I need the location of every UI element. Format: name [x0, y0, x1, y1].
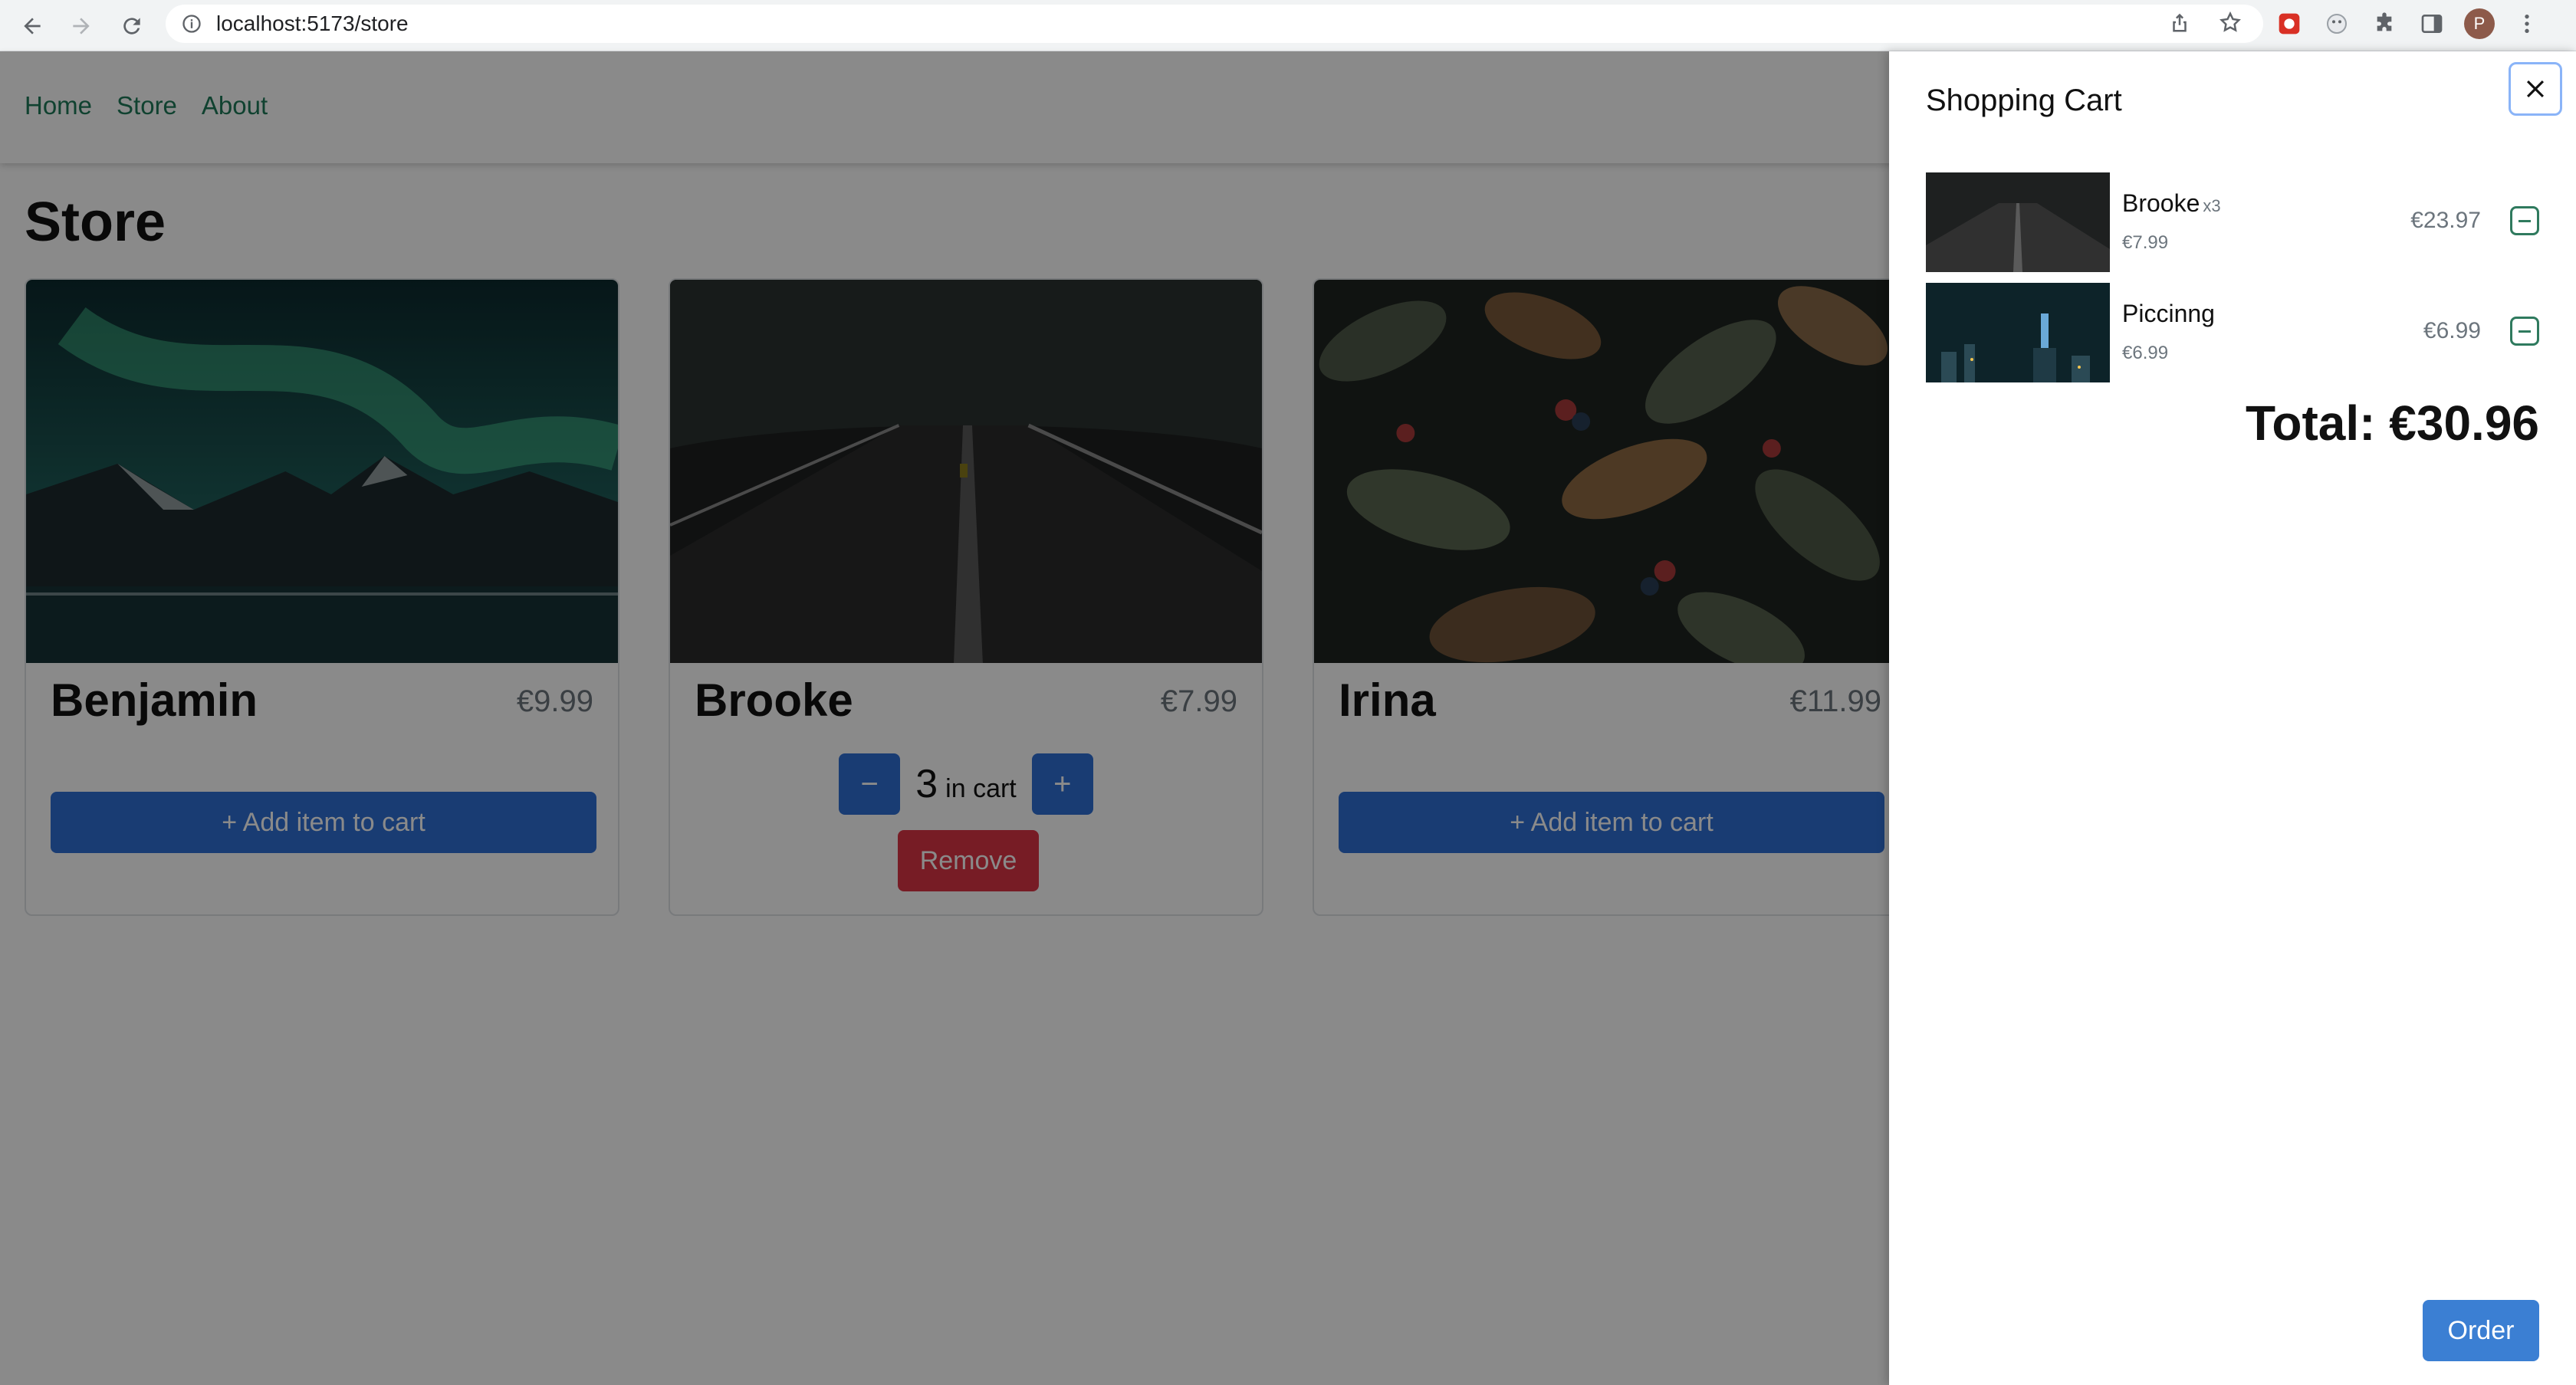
- cart-item: Brooke x3 €7.99 €23.97: [1926, 172, 2539, 272]
- sidebar-icon[interactable]: [2417, 8, 2447, 39]
- cart-item: Piccinng €6.99 €6.99: [1926, 283, 2539, 382]
- cart-item-total: €23.97: [2410, 208, 2481, 233]
- url-text[interactable]: localhost:5173/store: [216, 11, 409, 36]
- profile-avatar[interactable]: P: [2464, 8, 2495, 39]
- cart-item-name: Piccinng: [2122, 300, 2215, 327]
- kebab-menu-icon[interactable]: [2512, 8, 2542, 39]
- address-bar[interactable]: localhost:5173/store: [166, 5, 2263, 43]
- cart-item-unit-price: €7.99: [2122, 232, 2169, 253]
- reload-icon[interactable]: [115, 9, 149, 43]
- cart-item-quantity: x3: [2203, 196, 2221, 215]
- cart-title: Shopping Cart: [1926, 84, 2122, 117]
- cart-item-total: €6.99: [2423, 318, 2481, 343]
- order-button[interactable]: Order: [2423, 1300, 2539, 1361]
- cart-item-unit-price: €6.99: [2122, 343, 2169, 363]
- cart-total: Total: €30.96: [2246, 395, 2539, 451]
- minus-icon: [2518, 330, 2531, 333]
- back-arrow-icon[interactable]: [15, 9, 49, 43]
- cart-item-name: Brooke x3: [2122, 189, 2221, 217]
- remove-item-button[interactable]: [2510, 206, 2539, 235]
- cart-item-thumbnail: [1926, 172, 2110, 272]
- offcanvas-backdrop[interactable]: [0, 51, 1889, 1385]
- browser-toolbar: localhost:5173/store P: [0, 0, 2576, 51]
- info-icon[interactable]: [181, 13, 202, 34]
- extension-icon[interactable]: [2321, 8, 2352, 39]
- shopping-cart-panel: Shopping Cart Brooke x3 €7.99 €23.97 Pic…: [1889, 51, 2576, 1385]
- puzzle-icon[interactable]: [2369, 8, 2400, 39]
- close-cart-button[interactable]: [2509, 62, 2562, 116]
- minus-icon: [2518, 219, 2531, 222]
- cart-item-thumbnail: [1926, 283, 2110, 382]
- extension-icon[interactable]: [2274, 8, 2305, 39]
- remove-item-button[interactable]: [2510, 317, 2539, 346]
- forward-arrow-icon[interactable]: [64, 9, 98, 43]
- share-icon[interactable]: [2168, 11, 2191, 34]
- star-icon[interactable]: [2219, 11, 2242, 34]
- close-icon: [2526, 80, 2545, 98]
